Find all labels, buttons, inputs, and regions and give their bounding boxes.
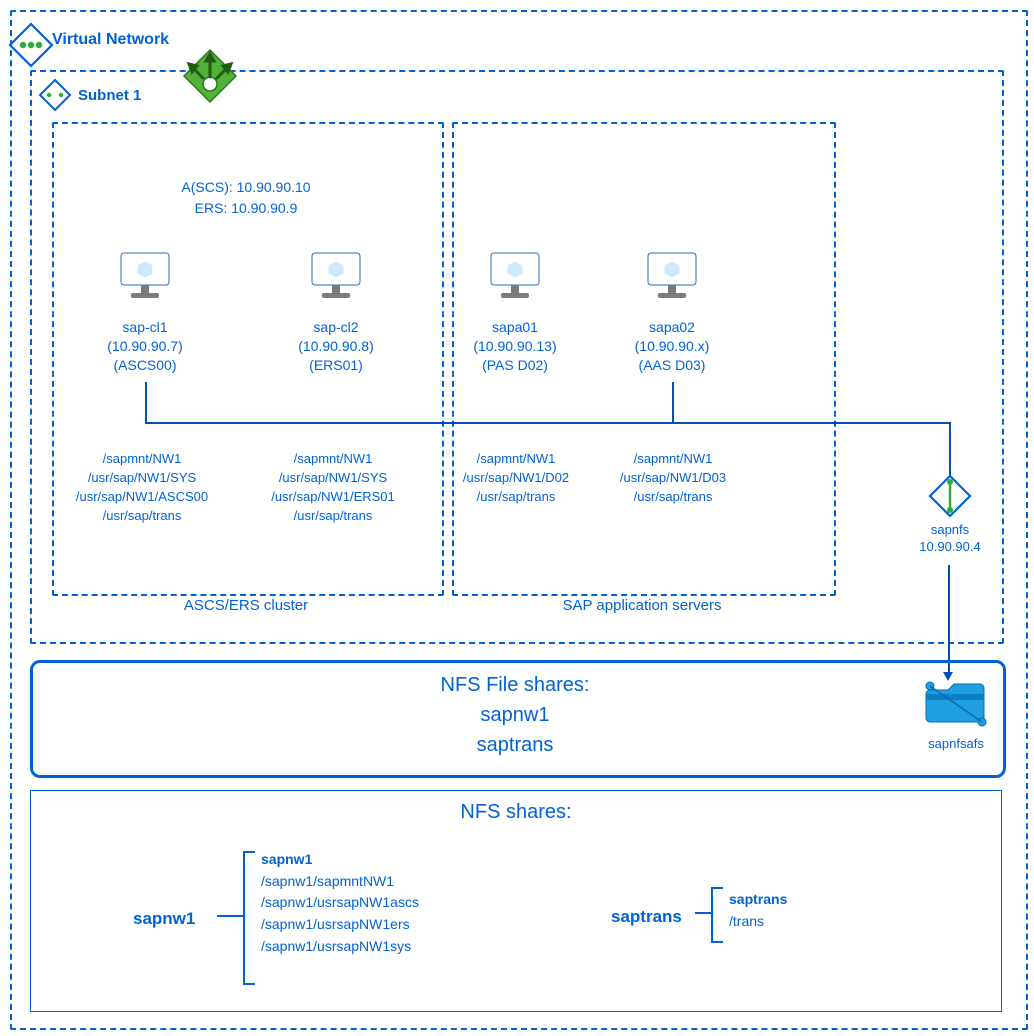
share-sapnw1-name: sapnw1 xyxy=(133,909,195,929)
app-servers-caption: SAP application servers xyxy=(452,597,832,614)
ascs-ers-caption: ASCS/ERS cluster xyxy=(52,597,440,614)
vm-sap-cl1-label: sap-cl1 (10.90.90.7) (ASCS00) xyxy=(75,318,215,375)
vm-sap-cl2-label: sap-cl2 (10.90.90.8) (ERS01) xyxy=(266,318,406,375)
load-balancer-ips: A(SCS): 10.90.90.10 ERS: 10.90.90.9 xyxy=(52,177,440,219)
share-saptrans-name: saptrans xyxy=(611,907,682,927)
wire xyxy=(949,422,951,476)
vm-sapa02-label: sapa02 (10.90.90.x) (AAS D03) xyxy=(602,318,742,375)
nfs-shares-title: NFS shares: xyxy=(31,801,1001,824)
nfs-share2: saptrans xyxy=(30,730,1000,760)
sapnfs-icon xyxy=(928,474,972,518)
subnet-title: Subnet 1 xyxy=(78,87,141,104)
wire xyxy=(948,565,950,673)
bracket-saptrans xyxy=(711,887,723,943)
vm-sapa02-paths: /sapmnt/NW1/usr/sap/NW1/D03 /usr/sap/tra… xyxy=(578,450,768,507)
subnet-header: Subnet 1 xyxy=(38,78,141,112)
vm-sapa02-icon xyxy=(644,247,700,303)
subnet-box: Subnet 1 ASCS/ERS cluster SAP applicatio… xyxy=(30,70,1004,644)
storage-folder-label: sapnfsafs xyxy=(914,736,998,751)
nfs-fileshares-text: NFS File shares: sapnw1 saptrans xyxy=(30,670,1000,760)
load-balancer-icon xyxy=(182,48,238,104)
bracket-sapnw1 xyxy=(243,851,255,985)
nfs-share1: sapnw1 xyxy=(30,700,1000,730)
nfs-shares-detail-box: NFS shares: sapnw1 sapnw1 /sapnw1/sapmnt… xyxy=(30,790,1002,1012)
vm-sap-cl1-icon xyxy=(117,247,173,303)
share-saptrans-items: saptrans /trans xyxy=(729,889,787,932)
vm-sapa01-icon xyxy=(487,247,543,303)
wire xyxy=(672,382,674,422)
vnet-title: Virtual Network xyxy=(52,31,169,49)
wire xyxy=(145,422,951,424)
vm-sapa01-label: sapa01 (10.90.90.13) (PAS D02) xyxy=(445,318,585,375)
sapnfs-label: sapnfs 10.90.90.4 xyxy=(912,522,988,556)
vm-sap-cl2-icon xyxy=(308,247,364,303)
vnet-header: Virtual Network xyxy=(8,22,169,58)
subnet-icon xyxy=(38,78,72,112)
vm-sap-cl1-paths: /sapmnt/NW1/usr/sap/NW1/SYS /usr/sap/NW1… xyxy=(47,450,237,525)
storage-folder-icon xyxy=(924,676,988,728)
lb-ascs-ip: A(SCS): 10.90.90.10 xyxy=(52,177,440,198)
vm-sap-cl2-paths: /sapmnt/NW1/usr/sap/NW1/SYS /usr/sap/NW1… xyxy=(238,450,428,525)
share-sapnw1-items: sapnw1 /sapnw1/sapmntNW1 /sapnw1/usrsapN… xyxy=(261,849,419,957)
bracket-connector xyxy=(217,915,243,917)
lb-ers-ip: ERS: 10.90.90.9 xyxy=(52,198,440,219)
bracket-connector xyxy=(695,912,711,914)
nfs-title: NFS File shares: xyxy=(30,670,1000,700)
wire xyxy=(145,382,147,422)
vnet-icon xyxy=(8,22,44,58)
